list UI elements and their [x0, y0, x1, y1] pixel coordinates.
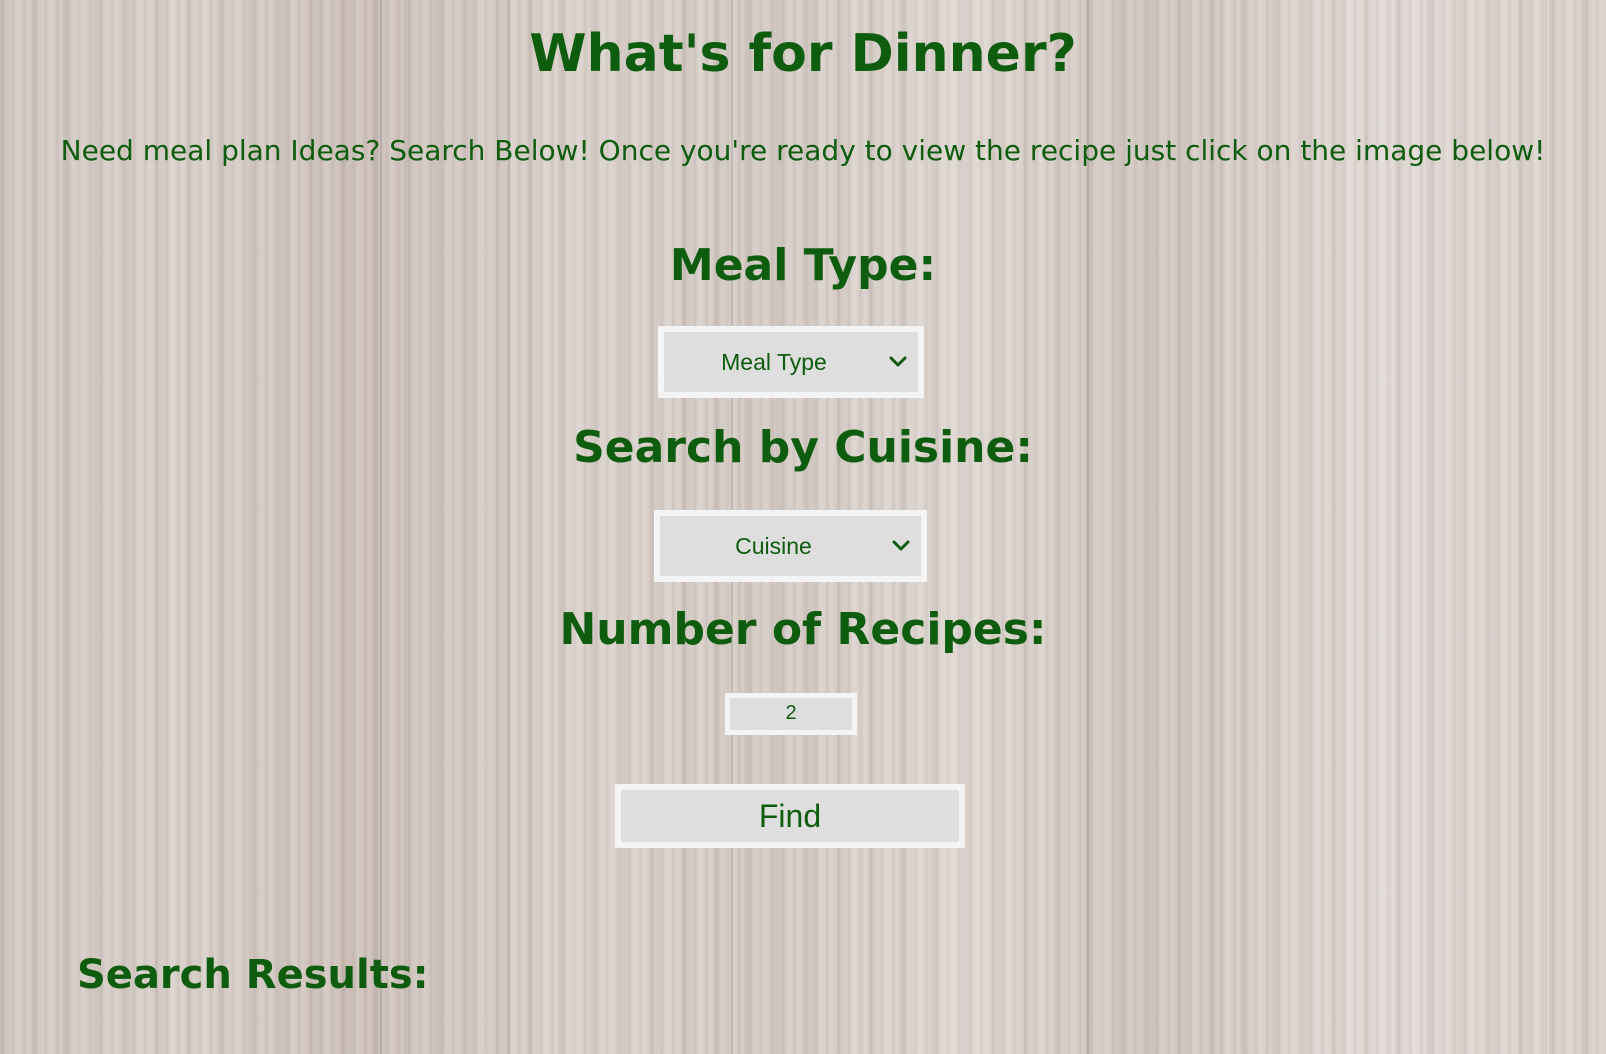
- meal-type-select[interactable]: Meal Type: [658, 326, 924, 398]
- meal-type-heading: Meal Type:: [669, 240, 937, 291]
- cuisine-select[interactable]: Cuisine: [654, 510, 927, 582]
- meal-type-select-value: Meal Type: [721, 348, 827, 375]
- cuisine-select-value: Cuisine: [735, 532, 812, 559]
- chevron-down-icon: [884, 355, 912, 369]
- find-button[interactable]: Find: [615, 784, 965, 848]
- recipes-heading: Number of Recipes:: [559, 604, 1047, 655]
- chevron-down-icon: [887, 539, 915, 553]
- cuisine-heading: Search by Cuisine:: [573, 422, 1033, 473]
- recipes-count-input[interactable]: 2: [725, 693, 857, 735]
- page-title: What's for Dinner?: [529, 24, 1077, 84]
- intro-text: Need meal plan Ideas? Search Below! Once…: [60, 134, 1546, 167]
- search-results-heading: Search Results:: [77, 952, 429, 998]
